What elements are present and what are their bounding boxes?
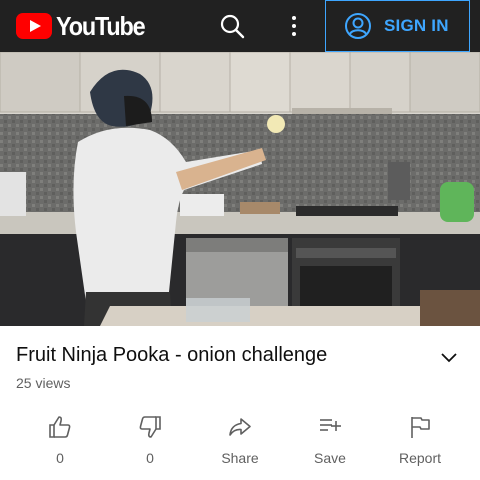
chevron-down-icon xyxy=(441,353,457,363)
sign-in-button[interactable]: SIGN IN xyxy=(325,0,470,52)
video-metadata: Fruit Ninja Pooka - onion challenge 25 v… xyxy=(0,326,480,480)
thumbs-up-icon xyxy=(49,416,71,438)
logo-text: YouTube xyxy=(56,11,146,41)
search-icon xyxy=(220,14,245,39)
more-options-button[interactable] xyxy=(282,12,306,40)
play-button-icon xyxy=(16,13,52,39)
more-vert-icon xyxy=(292,24,296,28)
view-count: 25 views xyxy=(16,375,71,391)
save-button[interactable]: Save xyxy=(290,414,370,470)
report-label: Report xyxy=(398,450,442,466)
playlist-add-icon xyxy=(320,419,341,431)
share-button[interactable]: Share xyxy=(200,414,280,470)
sign-in-label: SIGN IN xyxy=(384,16,449,35)
video-player[interactable] xyxy=(0,52,480,326)
action-bar: 0 0 Share Save Report xyxy=(0,414,480,470)
like-count: 0 xyxy=(56,450,64,466)
top-app-bar: YouTube SIGN IN xyxy=(0,0,480,52)
like-button[interactable]: 0 xyxy=(20,414,100,470)
dislike-button[interactable]: 0 xyxy=(110,414,190,470)
more-vert-icon xyxy=(292,32,296,36)
video-title[interactable]: Fruit Ninja Pooka - onion challenge xyxy=(16,344,327,367)
youtube-logo[interactable]: YouTube xyxy=(16,13,154,39)
save-label: Save xyxy=(314,450,346,466)
thumbs-down-icon xyxy=(139,416,161,438)
report-button[interactable]: Report xyxy=(380,414,460,470)
search-button[interactable] xyxy=(218,12,246,40)
expand-description-button[interactable] xyxy=(438,348,460,368)
more-vert-icon xyxy=(292,16,296,20)
account-circle-icon xyxy=(345,13,371,39)
share-label: Share xyxy=(221,450,259,466)
dislike-count: 0 xyxy=(146,450,154,466)
video-frame xyxy=(0,52,480,326)
flag-icon xyxy=(411,417,430,438)
share-icon xyxy=(229,418,251,436)
